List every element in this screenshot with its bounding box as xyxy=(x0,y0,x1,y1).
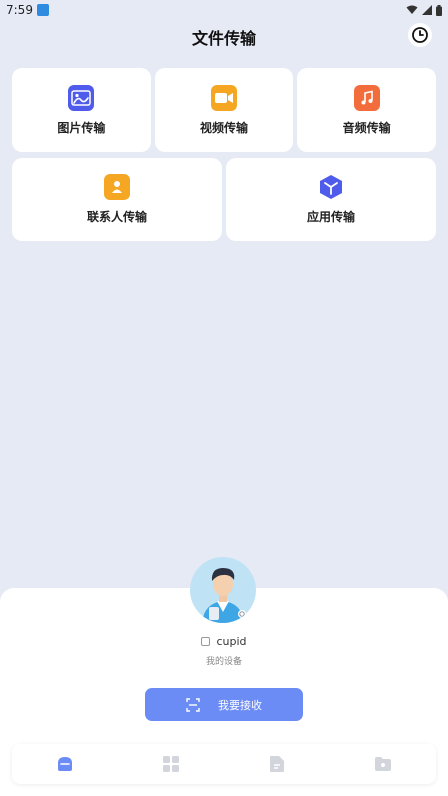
device-name: cupid xyxy=(216,635,247,648)
receive-button[interactable]: 我要接收 xyxy=(145,688,303,721)
audio-transfer-tile[interactable]: 音频传输 xyxy=(297,68,437,152)
contact-transfer-tile[interactable]: 联系人传输 xyxy=(12,158,222,241)
tab-transfer[interactable] xyxy=(45,749,85,779)
battery-icon xyxy=(436,4,442,16)
status-bar: 7:59 xyxy=(0,0,448,20)
scan-icon xyxy=(186,697,200,712)
receive-button-label: 我要接收 xyxy=(218,698,262,712)
tab-apps[interactable] xyxy=(151,749,191,779)
video-transfer-tile[interactable]: 视频传输 xyxy=(154,68,294,152)
page-title: 文件传输 xyxy=(191,29,256,48)
device-subtitle: 我的设备 xyxy=(205,657,242,667)
avatar[interactable] xyxy=(190,557,256,623)
contact-transfer-label: 联系人传输 xyxy=(86,210,147,224)
file-tab-icon xyxy=(270,756,284,772)
audio-transfer-label: 音频传输 xyxy=(342,120,391,135)
image-icon xyxy=(68,84,95,111)
status-right xyxy=(406,4,442,16)
image-transfer-tile[interactable]: 图片传输 xyxy=(12,68,151,152)
history-button[interactable] xyxy=(408,23,432,47)
status-time: 7:59 xyxy=(6,3,33,17)
video-transfer-label: 视频传输 xyxy=(200,120,249,135)
device-checkbox[interactable] xyxy=(201,637,211,646)
tab-files[interactable] xyxy=(257,749,297,779)
app-transfer-label: 应用传输 xyxy=(306,210,355,224)
app-transfer-tile[interactable]: 应用传输 xyxy=(226,158,436,241)
folder-tab-icon xyxy=(375,757,391,771)
bottom-tabbar xyxy=(12,744,436,784)
notification-app-icon xyxy=(36,4,49,16)
transfer-tab-icon xyxy=(58,757,72,771)
image-transfer-label: 图片传输 xyxy=(57,120,106,135)
contact-icon xyxy=(104,174,130,200)
music-icon xyxy=(353,84,380,111)
transfer-grid-row-2: 联系人传输 应用传输 xyxy=(12,158,436,241)
avatar-illustration xyxy=(202,568,246,623)
grid-tab-icon xyxy=(163,756,179,772)
video-icon xyxy=(211,84,237,111)
transfer-grid-row-1: 图片传输 视频传输 音频传输 xyxy=(12,68,437,152)
clock-icon xyxy=(412,27,428,43)
status-left: 7:59 xyxy=(6,3,49,17)
device-row: cupid xyxy=(0,635,448,648)
wifi-icon xyxy=(406,5,418,14)
tab-folder[interactable] xyxy=(363,749,403,779)
signal-icon xyxy=(422,5,432,15)
header: 文件传输 xyxy=(0,20,448,54)
app-cube-icon xyxy=(318,174,344,200)
